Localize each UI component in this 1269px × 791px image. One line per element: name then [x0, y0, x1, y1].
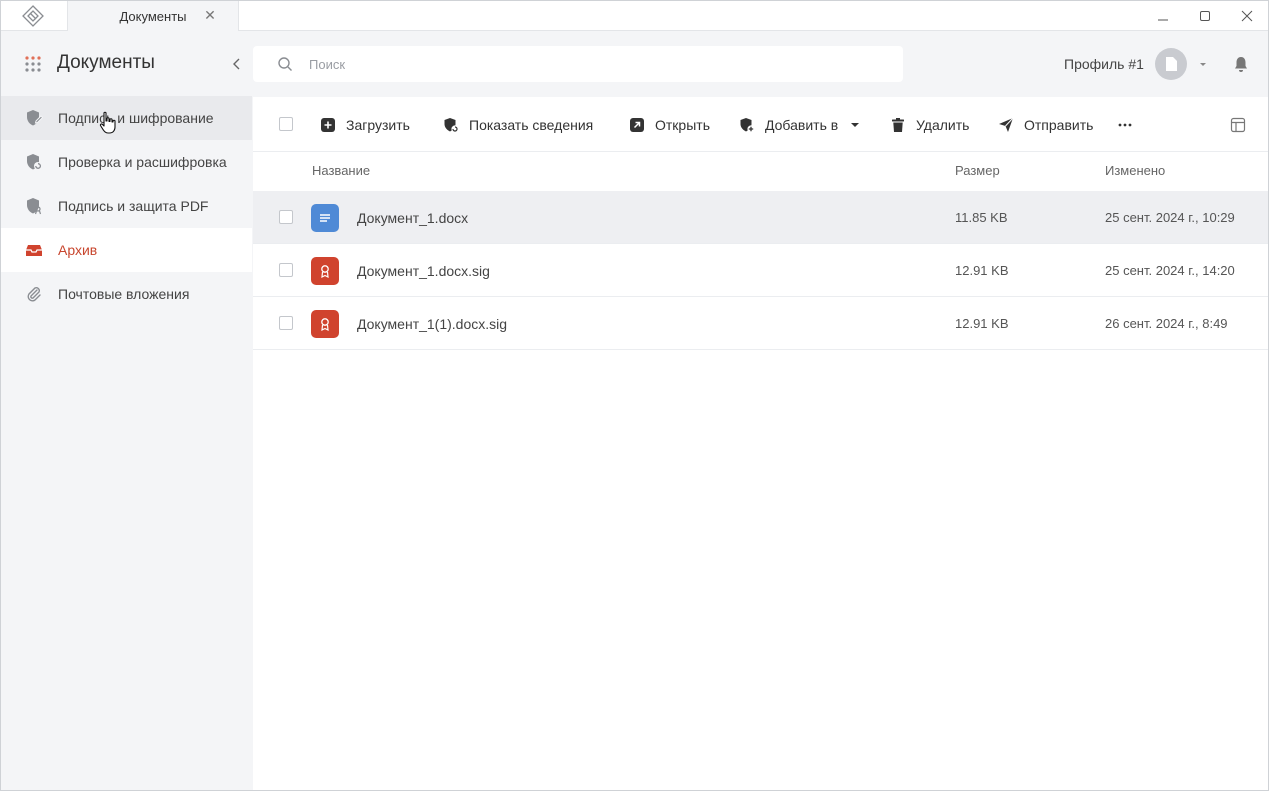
window-controls — [1142, 1, 1268, 31]
file-size: 12.91 KB — [955, 316, 1009, 331]
row-checkbox[interactable] — [279, 210, 293, 224]
table-header: Название Размер Изменено — [253, 152, 1268, 191]
trash-icon — [892, 118, 904, 132]
sidebar-item-verify-decrypt[interactable]: Проверка и расшифровка — [1, 140, 252, 184]
sidebar-item-label: Архив — [58, 242, 98, 258]
sidebar-item-mail-attachments[interactable]: Почтовые вложения — [1, 272, 252, 316]
file-modified-date: 26 сент. 2024 г., 8:49 — [1105, 316, 1228, 331]
profile-name[interactable]: Профиль #1 — [1064, 56, 1144, 72]
show-details-label: Показать сведения — [469, 117, 594, 133]
file-modified-date: 25 сент. 2024 г., 10:29 — [1105, 210, 1235, 225]
apps-grid-icon[interactable] — [25, 56, 41, 72]
app-window: Документы ✕ Документы Подпись и шифрован… — [0, 0, 1269, 791]
sidebar-item-archive[interactable]: Архив — [1, 228, 252, 272]
send-paper-plane-icon — [999, 117, 1014, 132]
sidebar: Документы Подпись и шифрование Проверка … — [1, 32, 252, 790]
text-lines-icon — [320, 214, 330, 222]
row-checkbox[interactable] — [279, 263, 293, 277]
tab-close-icon[interactable]: ✕ — [202, 7, 218, 23]
upload-label: Загрузить — [346, 117, 410, 133]
select-all-checkbox[interactable] — [279, 117, 293, 131]
collapse-sidebar-chevron-left-icon[interactable] — [229, 56, 245, 72]
shield-check-icon — [27, 154, 42, 170]
sidebar-item-label: Подпись и шифрование — [58, 110, 214, 126]
add-to-button[interactable]: Добавить в — [739, 115, 860, 135]
close-window-button[interactable] — [1226, 1, 1268, 31]
minimize-button[interactable] — [1142, 1, 1184, 31]
row-checkbox[interactable] — [279, 316, 293, 330]
minimize-icon — [1158, 19, 1168, 21]
add-to-label: Добавить в — [765, 117, 839, 133]
app-logo-icon — [22, 5, 44, 27]
delete-label: Удалить — [916, 117, 970, 133]
sidebar-item-sign-protect-pdf[interactable]: Подпись и защита PDF — [1, 184, 252, 228]
avatar-document-icon — [1166, 57, 1177, 71]
signature-file-icon — [311, 310, 339, 338]
search-input[interactable] — [309, 46, 889, 82]
open-external-icon — [630, 118, 644, 132]
layout-toggle-icon[interactable] — [1230, 117, 1246, 133]
file-name: Документ_1.docx.sig — [357, 263, 490, 279]
archive-icon — [26, 245, 42, 256]
tab-documents[interactable]: Документы ✕ — [67, 1, 239, 31]
shield-info-icon — [444, 118, 459, 133]
search-icon — [278, 57, 292, 71]
table-row[interactable]: Документ_1.docx.sig 12.91 KB 25 сент. 20… — [253, 244, 1268, 297]
close-icon — [1241, 10, 1253, 22]
file-size: 11.85 KB — [955, 210, 1008, 225]
toolbar: Загрузить Показать сведения Открыть Доба… — [253, 97, 1268, 152]
file-size: 12.91 KB — [955, 263, 1009, 278]
column-header-name[interactable]: Название — [312, 163, 370, 178]
delete-button[interactable]: Удалить — [890, 115, 969, 135]
add-to-dropdown-caret-icon — [851, 123, 860, 127]
sidebar-item-label: Почтовые вложения — [58, 286, 190, 302]
table-row[interactable]: Документ_1(1).docx.sig 12.91 KB 26 сент.… — [253, 297, 1268, 350]
tab-strip: Документы ✕ — [67, 1, 239, 31]
title-bar: Документы ✕ — [1, 1, 1268, 31]
upload-button[interactable]: Загрузить — [320, 115, 410, 135]
file-modified-date: 25 сент. 2024 г., 14:20 — [1105, 263, 1235, 278]
open-button[interactable]: Открыть — [629, 115, 710, 135]
table-row[interactable]: Документ_1.docx 11.85 KB 25 сент. 2024 г… — [253, 191, 1268, 244]
seal-icon — [321, 318, 329, 331]
docx-file-icon — [311, 204, 339, 232]
column-header-modified[interactable]: Изменено — [1105, 163, 1165, 178]
file-name: Документ_1.docx — [357, 210, 469, 226]
maximize-button[interactable] — [1184, 1, 1226, 31]
search-box — [253, 46, 903, 82]
paperclip-icon — [27, 287, 41, 302]
avatar[interactable] — [1155, 48, 1187, 80]
column-header-size[interactable]: Размер — [955, 163, 1000, 178]
sidebar-item-label: Подпись и защита PDF — [58, 198, 209, 214]
profile-dropdown-caret-icon[interactable] — [1197, 58, 1209, 70]
maximize-icon — [1200, 11, 1210, 21]
notifications-bell-icon[interactable] — [1232, 55, 1250, 73]
file-name: Документ_1(1).docx.sig — [357, 316, 508, 332]
show-details-button[interactable]: Показать сведения — [443, 115, 593, 135]
open-label: Открыть — [655, 117, 710, 133]
shield-plus-icon — [740, 118, 755, 133]
sidebar-item-label: Проверка и расшифровка — [58, 154, 227, 170]
seal-icon — [321, 265, 329, 278]
plus-square-icon — [321, 118, 335, 132]
send-label: Отправить — [1024, 117, 1094, 133]
shield-pen-icon — [27, 110, 43, 126]
shield-pdf-icon — [27, 198, 42, 215]
sidebar-title: Документы — [57, 52, 155, 73]
send-button[interactable]: Отправить — [998, 115, 1093, 135]
signature-file-icon — [311, 257, 339, 285]
file-list-panel: Загрузить Показать сведения Открыть Доба… — [253, 97, 1268, 790]
tab-label: Документы — [119, 8, 187, 24]
sidebar-header: Документы — [1, 32, 252, 96]
more-options-icon[interactable] — [1117, 117, 1133, 133]
sidebar-item-sign-encrypt[interactable]: Подпись и шифрование — [1, 96, 252, 140]
